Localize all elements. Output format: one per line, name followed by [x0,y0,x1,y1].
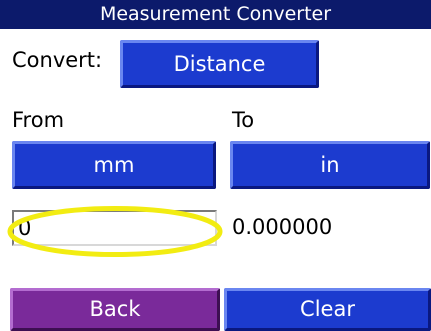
clear-button[interactable]: Clear [224,288,431,331]
from-label: From [12,108,65,132]
converted-value: 0.000000 [232,215,333,239]
convert-category-button[interactable]: Distance [120,40,319,88]
from-unit-button[interactable]: mm [12,141,216,189]
back-button[interactable]: Back [10,288,220,331]
to-unit-button[interactable]: in [230,141,430,189]
to-label: To [232,108,255,132]
window-title: Measurement Converter [0,0,431,29]
convert-label: Convert: [12,48,103,72]
from-value-input[interactable]: 0 [12,210,217,246]
